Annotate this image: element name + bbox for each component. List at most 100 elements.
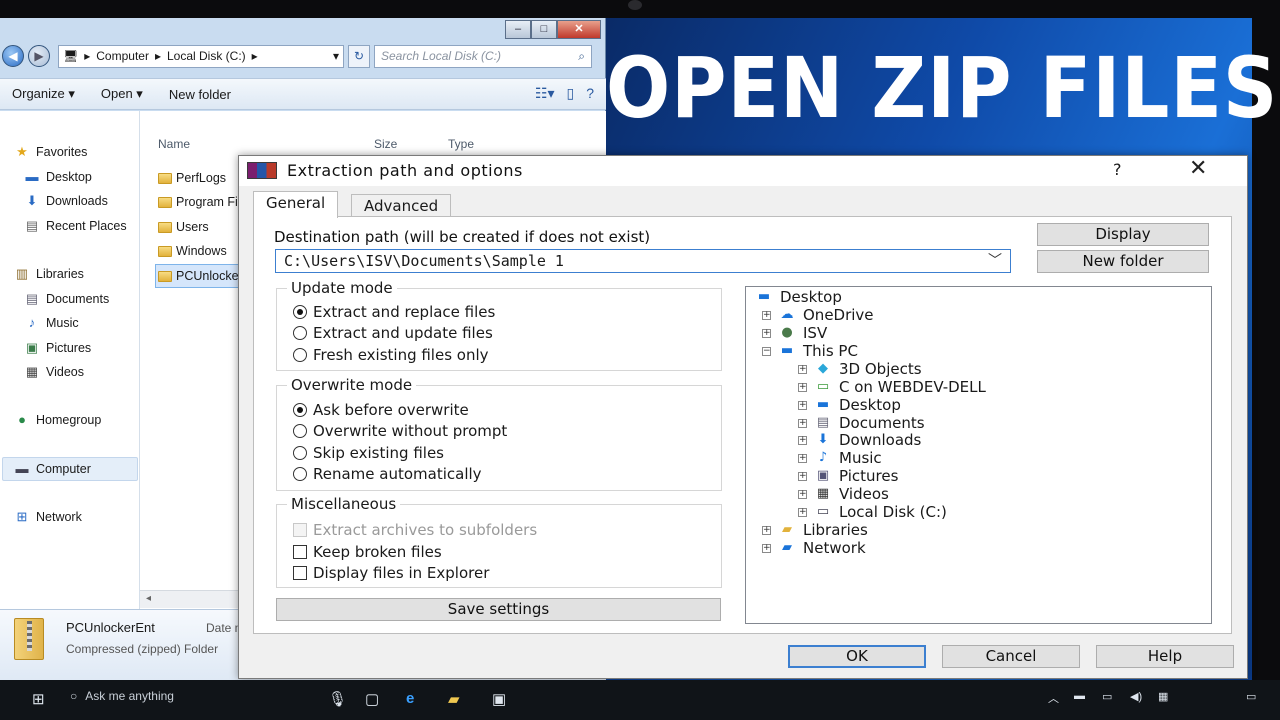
- new-folder-button[interactable]: New folder: [169, 87, 231, 102]
- column-name[interactable]: Name: [158, 137, 190, 151]
- search-input[interactable]: Search Local Disk (C:) ⌕: [374, 44, 592, 68]
- tree-item-isv[interactable]: + ● ISV: [762, 324, 827, 342]
- tree-item-network-drive[interactable]: + ▭ C on WEBDEV-DELL: [798, 378, 986, 396]
- tree-item-pictures[interactable]: + ▣ Pictures: [798, 467, 898, 485]
- new-folder-button[interactable]: New folder: [1037, 250, 1209, 273]
- radio-skip-existing[interactable]: Skip existing files: [293, 444, 444, 462]
- expand-icon[interactable]: +: [798, 489, 807, 499]
- checkbox-keep-broken[interactable]: Keep broken files: [293, 543, 442, 561]
- nav-recent-places[interactable]: ▤ Recent Places: [24, 219, 127, 234]
- chevron-down-icon[interactable]: ﹀: [988, 250, 1002, 272]
- expand-icon[interactable]: +: [798, 507, 807, 517]
- cortana-search[interactable]: ○ Ask me anything: [70, 689, 174, 703]
- tab-general[interactable]: General: [253, 191, 339, 218]
- column-type[interactable]: Type: [448, 137, 474, 151]
- cancel-button[interactable]: Cancel: [942, 645, 1080, 668]
- organize-button[interactable]: Organize ▾: [12, 86, 75, 102]
- store-icon[interactable]: ▣: [492, 690, 506, 708]
- ok-button[interactable]: OK: [788, 645, 926, 668]
- tree-item-music[interactable]: + ♪ Music: [798, 449, 882, 467]
- nav-computer[interactable]: ▬ Computer: [14, 462, 91, 477]
- expand-icon[interactable]: +: [798, 435, 807, 445]
- notification-icon[interactable]: ▭: [1246, 690, 1256, 703]
- tree-item-desktop[interactable]: ▬ Desktop: [754, 288, 842, 306]
- nav-desktop[interactable]: ▬ Desktop: [24, 170, 92, 185]
- tree-item-libraries[interactable]: + ▰ Libraries: [762, 521, 868, 539]
- expand-icon[interactable]: +: [798, 400, 807, 410]
- file-row[interactable]: Program File: [158, 195, 248, 209]
- column-size[interactable]: Size: [374, 137, 397, 151]
- forward-button[interactable]: ▶: [28, 45, 50, 67]
- radio-fresh-existing[interactable]: Fresh existing files only: [293, 346, 489, 364]
- volume-icon[interactable]: ◀): [1130, 690, 1142, 703]
- nav-favorites[interactable]: ★ Favorites: [14, 145, 87, 160]
- tree-item-documents[interactable]: + ▤ Documents: [798, 414, 925, 432]
- preview-pane-icon[interactable]: ▯: [566, 85, 574, 102]
- save-settings-button[interactable]: Save settings: [276, 598, 721, 621]
- help-button[interactable]: Help: [1096, 645, 1234, 668]
- tab-advanced[interactable]: Advanced: [351, 194, 452, 218]
- maximize-button[interactable]: □: [531, 20, 557, 39]
- nav-libraries[interactable]: ▥ Libraries: [14, 267, 84, 282]
- tree-item-onedrive[interactable]: + ☁ OneDrive: [762, 306, 874, 324]
- nav-pictures[interactable]: ▣ Pictures: [24, 341, 91, 356]
- expand-icon[interactable]: +: [762, 525, 771, 535]
- view-options-icon[interactable]: ☷▾: [535, 85, 555, 102]
- expand-icon[interactable]: +: [798, 364, 807, 374]
- nav-downloads[interactable]: ⬇ Downloads: [24, 194, 108, 209]
- breadcrumb-computer[interactable]: Computer: [96, 49, 149, 63]
- refresh-button[interactable]: ↻: [348, 44, 370, 68]
- radio-extract-replace[interactable]: Extract and replace files: [293, 303, 495, 321]
- help-icon[interactable]: ?: [1113, 160, 1122, 179]
- file-row[interactable]: Users: [158, 220, 209, 234]
- open-button[interactable]: Open ▾: [101, 86, 143, 102]
- collapse-icon[interactable]: −: [762, 346, 771, 356]
- file-row[interactable]: PerfLogs: [158, 171, 226, 185]
- tree-item-local-disk[interactable]: + ▭ Local Disk (C:): [798, 503, 947, 521]
- close-button[interactable]: ✕: [557, 20, 601, 39]
- tree-item-this-pc[interactable]: − ▬ This PC: [762, 342, 858, 360]
- expand-icon[interactable]: +: [798, 471, 807, 481]
- minimize-button[interactable]: –: [505, 20, 531, 39]
- display-button[interactable]: Display: [1037, 223, 1209, 246]
- nav-homegroup[interactable]: ● Homegroup: [14, 413, 101, 428]
- radio-extract-update[interactable]: Extract and update files: [293, 324, 493, 342]
- radio-overwrite-without-prompt[interactable]: Overwrite without prompt: [293, 422, 507, 440]
- file-row[interactable]: Windows: [158, 244, 227, 258]
- tree-item-downloads[interactable]: + ⬇ Downloads: [798, 431, 921, 449]
- address-bar[interactable]: 🖥 ▸ Computer ▸ Local Disk (C:) ▸ ▾: [58, 44, 344, 68]
- battery-icon[interactable]: ▬: [1074, 690, 1085, 702]
- radio-rename-automatically[interactable]: Rename automatically: [293, 465, 482, 483]
- tree-item-pc-desktop[interactable]: + ▬ Desktop: [798, 396, 901, 414]
- help-icon[interactable]: ?: [586, 85, 594, 102]
- expand-icon[interactable]: +: [762, 543, 771, 553]
- expand-icon[interactable]: +: [798, 382, 807, 392]
- keyboard-icon[interactable]: ▦: [1158, 690, 1168, 703]
- task-view-icon[interactable]: ▢: [365, 690, 379, 708]
- nav-documents[interactable]: ▤ Documents: [24, 292, 109, 307]
- expand-icon[interactable]: +: [798, 418, 807, 428]
- close-icon[interactable]: ✕: [1189, 156, 1207, 181]
- start-icon[interactable]: ⊞: [32, 690, 45, 708]
- checkbox-display-explorer[interactable]: Display files in Explorer: [293, 564, 489, 582]
- edge-icon[interactable]: e: [406, 690, 414, 707]
- nav-videos[interactable]: ▦ Videos: [24, 365, 84, 380]
- tree-item-3d-objects[interactable]: + ◆ 3D Objects: [798, 360, 922, 378]
- destination-path-input[interactable]: C:\Users\ISV\Documents\Sample 1 ﹀: [275, 249, 1011, 273]
- expand-icon[interactable]: +: [798, 453, 807, 463]
- nav-music[interactable]: ♪ Music: [24, 316, 79, 331]
- network-tray-icon[interactable]: ▭: [1102, 690, 1112, 703]
- tree-item-videos[interactable]: + ▦ Videos: [798, 485, 889, 503]
- expand-icon[interactable]: +: [762, 310, 771, 320]
- radio-ask-before[interactable]: Ask before overwrite: [293, 401, 469, 419]
- expand-icon[interactable]: +: [762, 328, 771, 338]
- chevron-down-icon[interactable]: ▾: [333, 49, 339, 63]
- microphone-icon[interactable]: 🎙: [328, 690, 347, 708]
- folder-tree[interactable]: ▬ Desktop + ☁ OneDrive + ● ISV − ▬ This PC + ◆ 3D…: [745, 286, 1212, 624]
- file-explorer-icon[interactable]: ▰: [448, 690, 460, 708]
- nav-network[interactable]: ⊞ Network: [14, 510, 82, 525]
- breadcrumb-disk[interactable]: Local Disk (C:): [167, 49, 246, 63]
- tree-item-network[interactable]: + ▰ Network: [762, 539, 866, 557]
- back-button[interactable]: ◀: [2, 45, 24, 67]
- show-hidden-icons-icon[interactable]: ︿: [1048, 690, 1059, 706]
